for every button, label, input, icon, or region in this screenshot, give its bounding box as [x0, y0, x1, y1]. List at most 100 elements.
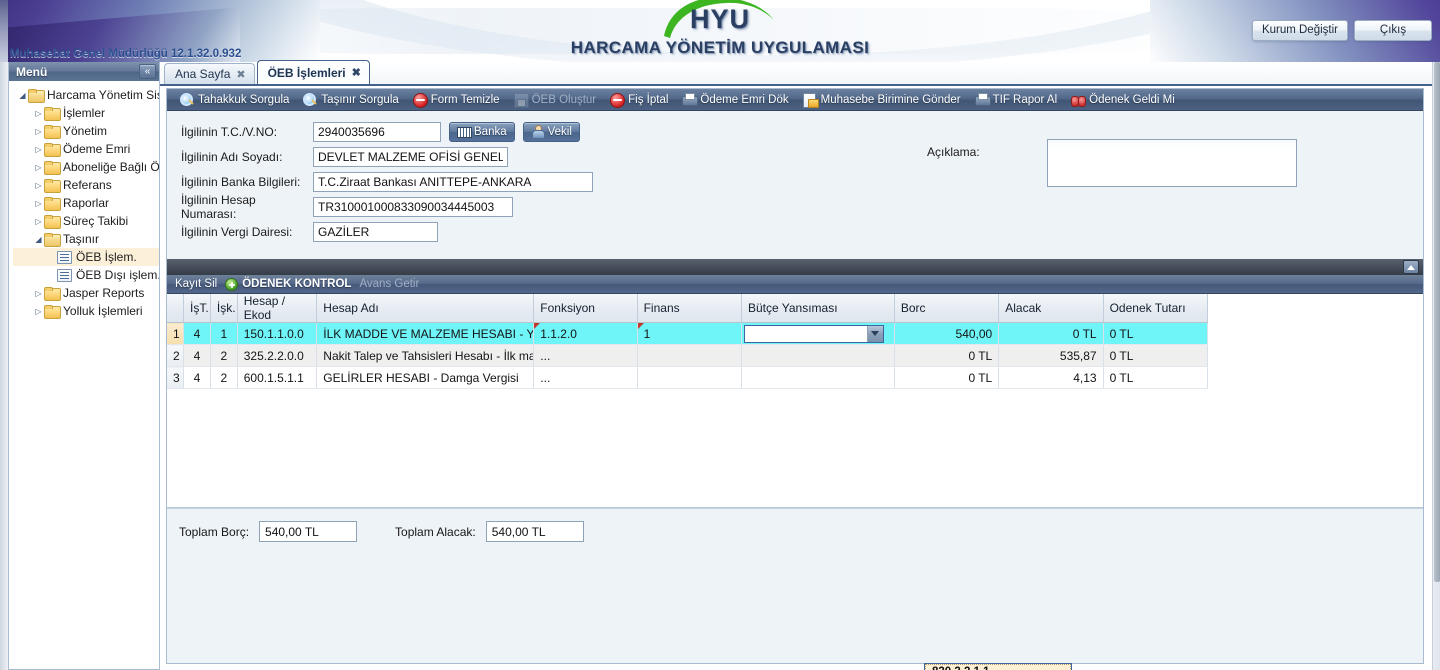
sidebar-item-2[interactable]: ▷ Yönetim: [13, 122, 159, 140]
close-icon[interactable]: ✖: [236, 68, 245, 81]
cikis-button[interactable]: Çıkış: [1354, 20, 1432, 41]
toolbar-item-8[interactable]: Ödenek Geldi Mi: [1064, 90, 1182, 110]
butce-yansimasi-cell[interactable]: [741, 344, 895, 367]
sidebar-item-label: Yolluk İşlemleri: [63, 304, 143, 318]
sidebar-item-12[interactable]: ▷ Yolluk İşlemleri: [13, 302, 159, 320]
folder-icon: [44, 233, 61, 247]
chevron-down-icon[interactable]: ◢: [17, 91, 28, 100]
grid-col-header-10[interactable]: Odenek Tutarı: [1103, 294, 1209, 323]
sidebar-item-6[interactable]: ▷ Raporlar: [13, 194, 159, 212]
fonksiyon-cell: ...: [533, 366, 638, 389]
sidebar-item-11[interactable]: ▷ Jasper Reports: [13, 284, 159, 302]
grid-action-0[interactable]: Kayıt Sil: [175, 278, 217, 290]
toplam-alacak-input[interactable]: [485, 521, 584, 542]
collapse-up-icon[interactable]: [1403, 260, 1419, 274]
butce-yansimasi-cell[interactable]: [741, 322, 895, 345]
banka-bilgileri-field[interactable]: [313, 171, 593, 192]
ist-cell: 4: [183, 322, 211, 345]
dropdown-option-0[interactable]: 830.3.2.1.1Kırtasiye Alımları: [925, 664, 1071, 670]
table-row[interactable]: 2 4 2 325.2.2.0.0 Nakit Talep ve Tahsisleri …: [167, 344, 1209, 367]
finans-cell: 1: [637, 322, 742, 345]
tab-1[interactable]: ÖEB İşlemleri ✖: [256, 60, 370, 84]
hesap-numarasi-field-label: İlgilinin Hesap Numarası:: [181, 192, 256, 221]
adi-soyadi-field[interactable]: [313, 146, 508, 167]
grid-col-header-2[interactable]: İşk.: [210, 294, 238, 323]
toolbar-item-4[interactable]: Fiş İptal: [603, 90, 675, 110]
sidebar-item-3[interactable]: ▷ Ödeme Emri: [13, 140, 159, 158]
grid-col-header-6[interactable]: Finans: [637, 294, 742, 323]
grid-col-header-4[interactable]: Hesap Adı: [316, 294, 535, 323]
tc-vno-field[interactable]: [313, 121, 441, 142]
form-area: İlgilinin T.C./V.NO: Banka Vekil İlgilinin …: [167, 111, 1423, 259]
vekil-button[interactable]: Vekil: [522, 121, 580, 142]
hesap-numarasi-field[interactable]: [313, 196, 513, 217]
toolbar-item-5[interactable]: Ödeme Emri Dök: [675, 90, 795, 110]
toolbar-item-3: ÖEB Oluştur: [507, 90, 604, 110]
toolbar-item-0[interactable]: Tahakkuk Sorgula: [173, 90, 296, 110]
folder-icon: [44, 305, 61, 319]
chevron-down-icon[interactable]: ◢: [33, 235, 44, 244]
toplam-borc-input[interactable]: [259, 521, 358, 542]
sidebar-item-0[interactable]: ◢ Harcama Yönetim Sistem: [13, 86, 159, 104]
folder-icon: [44, 287, 61, 301]
grid-col-header-8[interactable]: Borc: [894, 294, 1000, 323]
grid-col-header-9[interactable]: Alacak: [998, 294, 1104, 323]
chevron-right-icon[interactable]: ▷: [33, 307, 44, 316]
butce-yansimasi-cell[interactable]: [741, 366, 895, 389]
isk-cell: 1: [210, 322, 238, 345]
grid-body: 1 4 1 150.1.1.0.0 İLK MADDE VE MALZEME HESAB…: [167, 322, 1209, 389]
banka-button[interactable]: Banka: [449, 121, 515, 142]
table-row[interactable]: 3 4 2 600.1.5.1.1 GELİRLER HESABI - Damga Ve…: [167, 366, 1209, 389]
chevron-right-icon[interactable]: ▷: [33, 199, 44, 208]
sidebar-item-label: ÖEB Dışı işlem.: [76, 268, 159, 282]
toolbar-item-6[interactable]: Muhasebe Birimine Gönder: [796, 90, 968, 110]
vergi-dairesi-field[interactable]: [313, 221, 438, 242]
grid-col-header-1[interactable]: İşT.: [183, 294, 211, 323]
sidebar-item-4[interactable]: ▷ Aboneliğe Bağlı Öder: [13, 158, 159, 176]
vergi-dairesi-field-label: İlgilinin Vergi Dairesi:: [181, 224, 293, 239]
chevron-double-left-icon[interactable]: «: [139, 64, 156, 79]
borc-cell: 0 TL: [894, 366, 1000, 389]
toolbar-item-1[interactable]: Taşınır Sorgula: [296, 90, 405, 110]
page-scrollbar[interactable]: [1432, 62, 1440, 670]
toolbar-item-label: TIF Rapor Al: [992, 93, 1058, 106]
kurum-degistir-button[interactable]: Kurum Değiştir: [1251, 20, 1348, 41]
sidebar-item-label: Referans: [63, 178, 112, 192]
aciklama-textarea[interactable]: [1047, 139, 1297, 187]
sidebar-item-5[interactable]: ▷ Referans: [13, 176, 159, 194]
chevron-right-icon[interactable]: ▷: [33, 163, 44, 172]
close-icon[interactable]: ✖: [352, 66, 361, 79]
chevron-right-icon[interactable]: ▷: [33, 109, 44, 118]
sidebar-item-8[interactable]: ◢ Taşınır: [13, 230, 159, 248]
grid-col-header-0[interactable]: [167, 294, 185, 323]
sidebar-item-9[interactable]: ÖEB İşlem.: [13, 248, 159, 266]
grid-col-header-3[interactable]: Hesap / Ekod: [237, 294, 318, 323]
form-row-3: İlgilinin Hesap Numarası:: [167, 192, 1423, 221]
toolbar-item-7[interactable]: TIF Rapor Al: [968, 90, 1065, 110]
chevron-right-icon[interactable]: ▷: [33, 289, 44, 298]
grid-col-header-5[interactable]: Fonksiyon: [533, 294, 638, 323]
tab-0[interactable]: Ana Sayfa ✖: [164, 63, 255, 84]
binoculars-icon: [1071, 93, 1087, 107]
page-scrollbar-thumb[interactable]: [1434, 62, 1440, 582]
toolbar-item-2[interactable]: Form Temizle: [406, 90, 507, 110]
sidebar-item-label: İşlemler: [63, 106, 106, 120]
sidebar-item-10[interactable]: ÖEB Dışı işlem.: [13, 266, 159, 284]
chevron-right-icon[interactable]: ▷: [33, 181, 44, 190]
chevron-right-icon[interactable]: ▷: [33, 145, 44, 154]
sidebar-item-label: Raporlar: [63, 196, 110, 210]
chevron-right-icon[interactable]: ▷: [33, 217, 44, 226]
butce-yansimasi-dropdown-list[interactable]: 830.3.2.1.1Kırtasiye Alımları830.3.2.1.2…: [924, 663, 1072, 670]
sidebar-item-1[interactable]: ▷ İşlemler: [13, 104, 159, 122]
chevron-down-icon[interactable]: [866, 325, 883, 342]
grid-col-header-7[interactable]: Bütçe Yansıması: [741, 294, 895, 323]
table-row[interactable]: 1 4 1 150.1.1.0.0 İLK MADDE VE MALZEME HESAB…: [167, 322, 1209, 345]
sidebar-item-label: Taşınır: [63, 232, 100, 246]
aciklama-group: Açıklama:: [927, 117, 1297, 187]
toolbar-item-label: ÖEB Oluştur: [531, 93, 597, 106]
folder-icon: [44, 215, 61, 229]
grid-action-1[interactable]: ÖDENEK KONTROL: [225, 277, 351, 291]
sidebar-item-7[interactable]: ▷ Süreç Takibi: [13, 212, 159, 230]
butce-yansimasi-select[interactable]: [743, 324, 884, 343]
chevron-right-icon[interactable]: ▷: [33, 127, 44, 136]
